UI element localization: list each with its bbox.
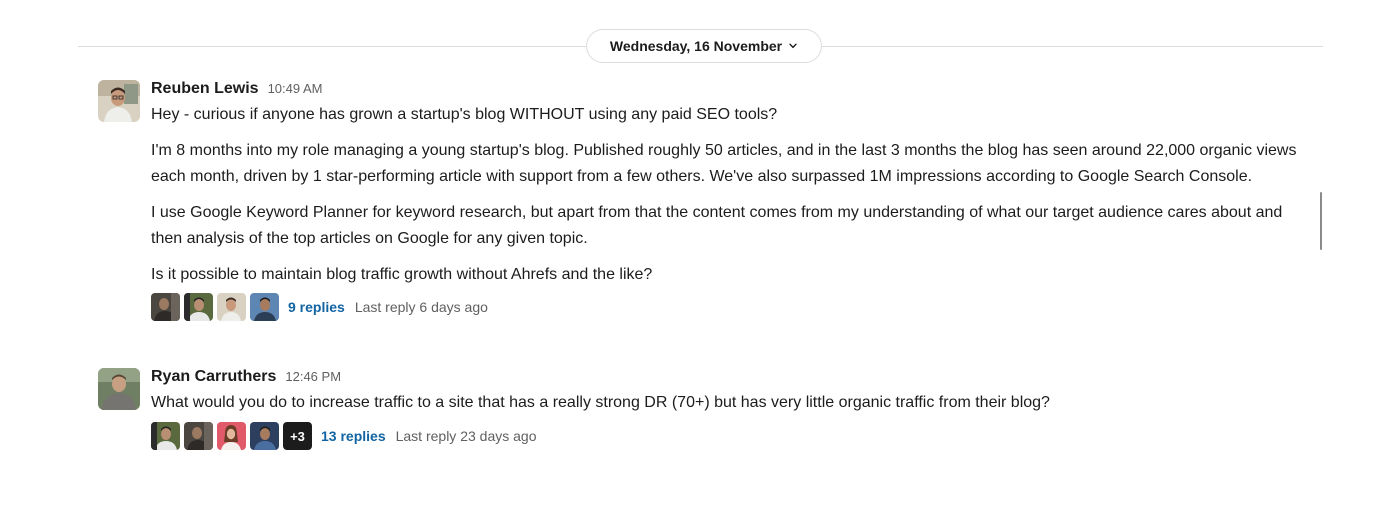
- message-paragraph: What would you do to increase traffic to…: [151, 394, 1050, 411]
- message-paragraph: Hey - curious if anyone has grown a star…: [151, 106, 778, 123]
- participant-avatar: [217, 293, 246, 321]
- more-participants-badge[interactable]: +3: [283, 422, 312, 450]
- avatar[interactable]: [98, 368, 140, 410]
- author-name[interactable]: Ryan Carruthers: [151, 368, 276, 386]
- replies-link[interactable]: 9 replies: [288, 299, 345, 315]
- last-reply-time: Last reply 23 days ago: [395, 428, 537, 444]
- author-name[interactable]: Reuben Lewis: [151, 80, 259, 98]
- chevron-down-icon: [788, 41, 798, 51]
- message-header: Reuben Lewis 10:49 AM: [151, 80, 1301, 100]
- date-divider-button[interactable]: Wednesday, 16 November: [586, 29, 822, 63]
- participant-avatar: [151, 293, 180, 321]
- message-paragraph: I use Google Keyword Planner for keyword…: [151, 204, 1283, 247]
- message-timestamp[interactable]: 10:49 AM: [268, 81, 323, 96]
- scrollbar-thumb[interactable]: [1320, 192, 1322, 250]
- last-reply-time: Last reply 6 days ago: [354, 299, 488, 315]
- date-label: Wednesday, 16 November: [609, 38, 783, 54]
- message-header: Ryan Carruthers 12:46 PM: [151, 368, 1301, 388]
- replies-link[interactable]: 13 replies: [321, 428, 386, 444]
- message-paragraph: Is it possible to maintain blog traffic …: [151, 266, 653, 283]
- message-timestamp[interactable]: 12:46 PM: [285, 369, 341, 384]
- participant-avatar: [184, 293, 213, 321]
- thread-participants: +3: [151, 422, 312, 450]
- participant-avatar: [151, 422, 180, 450]
- thread-summary[interactable]: 9 replies Last reply 6 days ago: [151, 293, 1301, 321]
- participant-avatar: [217, 422, 246, 450]
- avatar[interactable]: [98, 80, 140, 122]
- message-paragraph: I'm 8 months into my role managing a you…: [151, 142, 1297, 185]
- thread-participants: [151, 293, 279, 321]
- message-content: Ryan Carruthers 12:46 PM What would you …: [151, 368, 1301, 450]
- thread-summary[interactable]: +3 13 replies Last reply 23 days ago: [151, 422, 1301, 450]
- participant-avatar: [250, 293, 279, 321]
- participant-avatar: [184, 422, 213, 450]
- participant-avatar: [250, 422, 279, 450]
- message-content: Reuben Lewis 10:49 AM Hey - curious if a…: [151, 80, 1301, 321]
- message-feed: Wednesday, 16 November Reuben Lewis 10:4…: [0, 0, 1378, 528]
